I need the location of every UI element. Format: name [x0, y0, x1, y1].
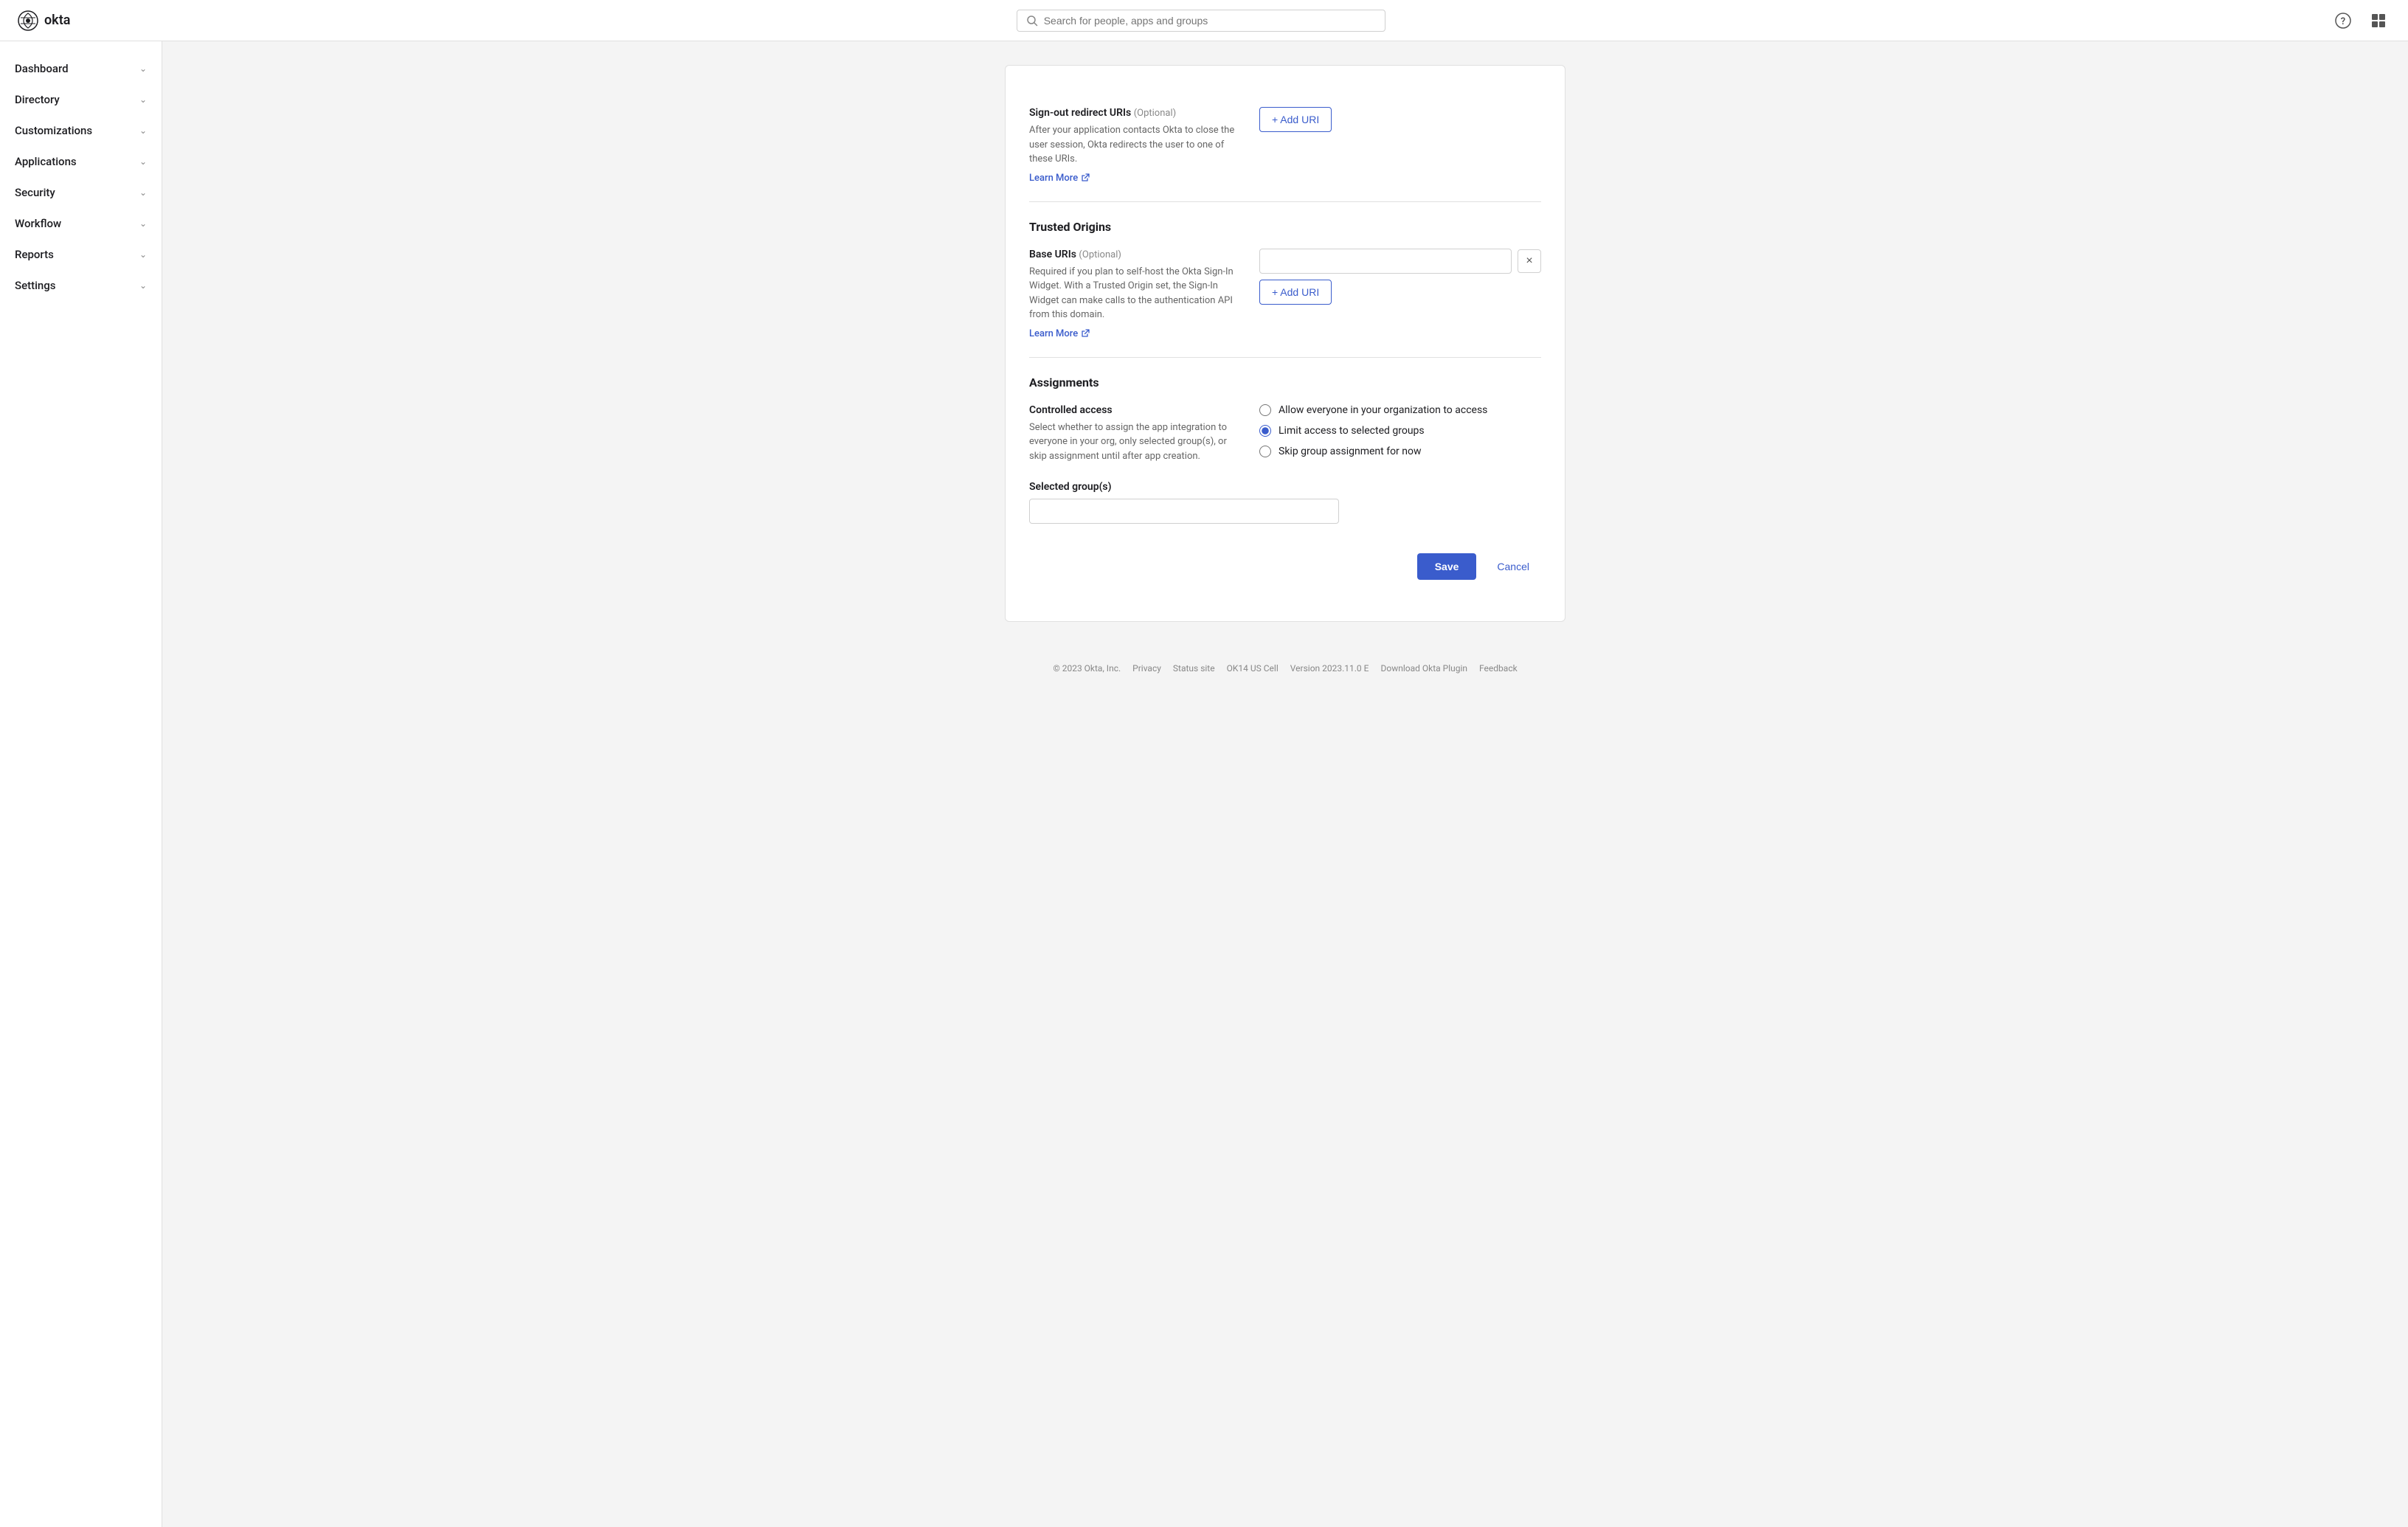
chevron-down-icon: ⌄ — [139, 125, 147, 136]
signout-label: Sign-out redirect URIs (Optional) — [1029, 107, 1236, 119]
sidebar-item-workflow[interactable]: Workflow ⌄ — [0, 208, 162, 239]
sidebar-item-customizations[interactable]: Customizations ⌄ — [0, 115, 162, 146]
base-uris-label: Base URIs (Optional) — [1029, 249, 1236, 260]
footer-status[interactable]: Status site — [1173, 663, 1215, 674]
base-uris-input-col: × + Add URI — [1259, 249, 1541, 305]
chevron-down-icon: ⌄ — [139, 94, 147, 105]
base-uris-field-row: Base URIs (Optional) Required if you pla… — [1029, 249, 1541, 339]
sidebar-item-label: Applications — [15, 155, 77, 168]
sidebar-item-label: Reports — [15, 248, 54, 261]
radio-skip-assignment-label: Skip group assignment for now — [1279, 446, 1422, 457]
selected-groups-row: Selected group(s) — [1029, 481, 1541, 524]
radio-allow-everyone-input[interactable] — [1259, 404, 1271, 416]
radio-skip-assignment[interactable]: Skip group assignment for now — [1259, 446, 1541, 457]
header: okta ? — [0, 0, 2408, 41]
sidebar-item-label: Customizations — [15, 124, 92, 137]
radio-allow-everyone[interactable]: Allow everyone in your organization to a… — [1259, 404, 1541, 416]
search-input[interactable] — [1044, 15, 1376, 27]
signout-redirect-section: Sign-out redirect URIs (Optional) After … — [1029, 89, 1541, 202]
footer-version: Version 2023.11.0 E — [1290, 663, 1369, 674]
base-uri-remove-button[interactable]: × — [1518, 249, 1541, 273]
radio-skip-assignment-input[interactable] — [1259, 446, 1271, 457]
sidebar-item-dashboard[interactable]: Dashboard ⌄ — [0, 53, 162, 84]
sidebar-item-label: Directory — [15, 93, 60, 106]
signout-label-col: Sign-out redirect URIs (Optional) After … — [1029, 107, 1236, 184]
okta-logo[interactable]: okta — [18, 10, 70, 31]
footer-privacy[interactable]: Privacy — [1132, 663, 1161, 674]
base-uri-row: × — [1259, 249, 1541, 274]
save-button[interactable]: Save — [1417, 553, 1477, 580]
base-uri-input[interactable] — [1259, 249, 1512, 274]
signout-optional: (Optional) — [1134, 108, 1176, 119]
sidebar-item-applications[interactable]: Applications ⌄ — [0, 146, 162, 177]
chevron-down-icon: ⌄ — [139, 280, 147, 291]
controlled-access-label: Controlled access — [1029, 404, 1236, 416]
trusted-origins-section: Trusted Origins Base URIs (Optional) Req… — [1029, 202, 1541, 358]
main-content: Sign-out redirect URIs (Optional) After … — [162, 41, 2408, 1527]
signout-learn-more-link[interactable]: Learn More — [1029, 173, 1090, 184]
sidebar-item-label: Workflow — [15, 217, 61, 230]
trusted-origins-title: Trusted Origins — [1029, 220, 1541, 234]
controlled-access-row: Controlled access Select whether to assi… — [1029, 404, 1541, 464]
base-uris-label-col: Base URIs (Optional) Required if you pla… — [1029, 249, 1236, 339]
controlled-access-label-col: Controlled access Select whether to assi… — [1029, 404, 1236, 464]
sidebar: Dashboard ⌄ Directory ⌄ Customizations ⌄… — [0, 41, 162, 1527]
sidebar-item-label: Settings — [15, 279, 56, 292]
access-radio-group: Allow everyone in your organization to a… — [1259, 404, 1541, 457]
svg-text:?: ? — [2341, 16, 2345, 27]
trusted-origins-learn-more-link[interactable]: Learn More — [1029, 328, 1090, 339]
signout-field-row: Sign-out redirect URIs (Optional) After … — [1029, 107, 1541, 184]
radio-group-col: Allow everyone in your organization to a… — [1259, 404, 1541, 457]
sidebar-item-label: Security — [15, 186, 55, 199]
assignments-section: Assignments Controlled access Select whe… — [1029, 358, 1541, 598]
external-link-icon — [1081, 329, 1090, 338]
base-uris-description: Required if you plan to self-host the Ok… — [1029, 265, 1236, 322]
controlled-access-description: Select whether to assign the app integra… — [1029, 420, 1236, 464]
chevron-down-icon: ⌄ — [139, 187, 147, 198]
grid-icon[interactable] — [2367, 9, 2390, 32]
chevron-down-icon: ⌄ — [139, 218, 147, 229]
sidebar-item-settings[interactable]: Settings ⌄ — [0, 270, 162, 301]
app-layout: Dashboard ⌄ Directory ⌄ Customizations ⌄… — [0, 41, 2408, 1527]
search-input-wrapper[interactable] — [1017, 10, 1385, 32]
signout-input-col: + Add URI — [1259, 107, 1541, 132]
signout-add-uri-button[interactable]: + Add URI — [1259, 107, 1332, 132]
selected-groups-label: Selected group(s) — [1029, 481, 1541, 493]
form-card: Sign-out redirect URIs (Optional) After … — [1005, 65, 1565, 622]
radio-limit-access-label: Limit access to selected groups — [1279, 425, 1425, 437]
footer-cell[interactable]: OK14 US Cell — [1227, 663, 1279, 674]
help-icon[interactable]: ? — [2331, 9, 2355, 32]
external-link-icon — [1081, 173, 1090, 182]
header-left: okta — [18, 10, 70, 31]
sidebar-item-label: Dashboard — [15, 62, 69, 75]
signout-description: After your application contacts Okta to … — [1029, 123, 1236, 167]
okta-logo-icon — [18, 10, 38, 31]
footer-copyright: © 2023 Okta, Inc. — [1053, 663, 1121, 674]
selected-groups-input[interactable] — [1029, 499, 1339, 524]
radio-limit-access[interactable]: Limit access to selected groups — [1259, 425, 1541, 437]
footer: © 2023 Okta, Inc. Privacy Status site OK… — [198, 645, 2373, 685]
radio-limit-access-input[interactable] — [1259, 425, 1271, 437]
cancel-button[interactable]: Cancel — [1485, 553, 1541, 580]
trusted-origins-add-uri-button[interactable]: + Add URI — [1259, 280, 1332, 305]
chevron-down-icon: ⌄ — [139, 249, 147, 260]
form-actions: Save Cancel — [1029, 541, 1541, 580]
chevron-down-icon: ⌄ — [139, 156, 147, 167]
assignments-title: Assignments — [1029, 375, 1541, 389]
sidebar-item-directory[interactable]: Directory ⌄ — [0, 84, 162, 115]
footer-download[interactable]: Download Okta Plugin — [1380, 663, 1467, 674]
footer-feedback[interactable]: Feedback — [1479, 663, 1518, 674]
search-bar — [1017, 10, 1385, 32]
sidebar-item-security[interactable]: Security ⌄ — [0, 177, 162, 208]
search-icon — [1026, 15, 1038, 27]
radio-allow-everyone-label: Allow everyone in your organization to a… — [1279, 404, 1487, 416]
okta-logo-text: okta — [44, 13, 70, 28]
sidebar-item-reports[interactable]: Reports ⌄ — [0, 239, 162, 270]
header-right: ? — [2331, 9, 2390, 32]
base-uris-optional: (Optional) — [1079, 249, 1121, 260]
chevron-down-icon: ⌄ — [139, 63, 147, 74]
